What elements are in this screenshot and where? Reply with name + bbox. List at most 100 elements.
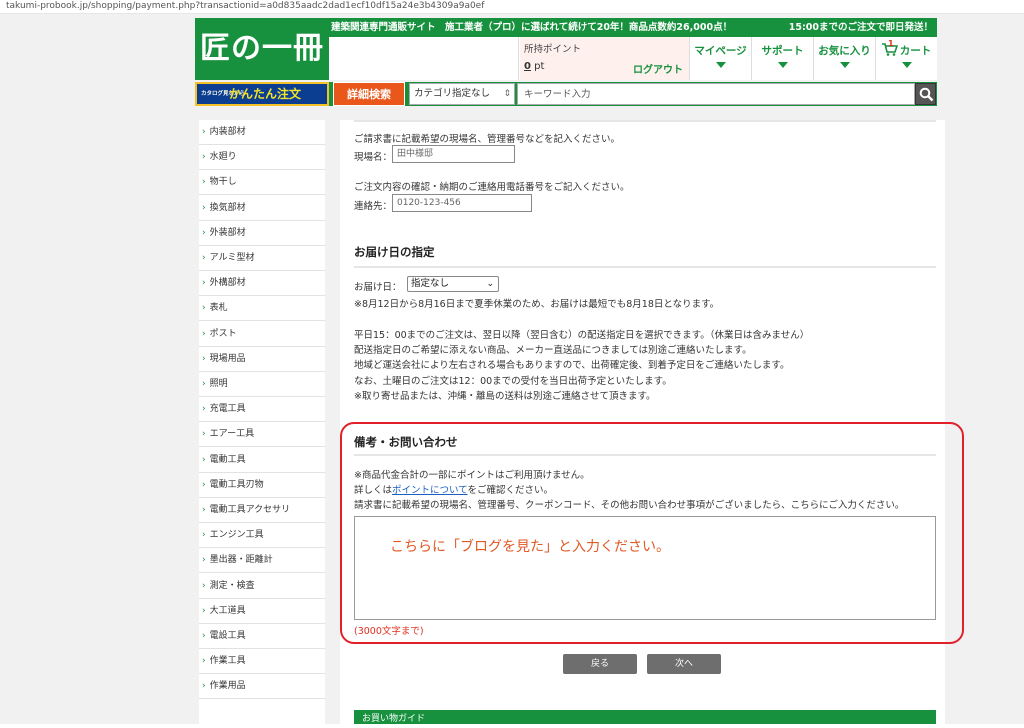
points-value: 0 pt [524,61,545,72]
sidebar-item-label: 物干し [209,177,237,188]
sidebar-item-label: 測定・検査 [209,580,255,591]
category-sidebar: › 内装部材 › 水廻り › 物干し › 換気部材 › 外装部材 › アルミ型材 › 外構部材 › 表札 › ポス… [199,120,325,724]
remarks-textarea[interactable]: こちらに「ブログを見た」と入力ください。 [354,516,936,620]
chevron-right-icon: › [202,580,206,591]
chevron-right-icon: › [202,328,206,339]
contact-phone-input[interactable]: 0120-123-456 [392,194,532,212]
chevron-right-icon: › [202,656,206,667]
delivery-date-value: 指定なし [411,278,450,289]
chevron-right-icon: › [202,530,206,541]
chevron-right-icon: › [202,127,206,137]
sidebar-item-label: 表札 [209,303,228,314]
page: 匠の一冊 建築関連専門通販サイト 施工業者（プロ）に選ばれて続けて20年！商品点… [0,14,1024,724]
sidebar-item[interactable]: › 電動工具刃物 [199,473,325,498]
header-spacer [329,37,519,80]
easy-order-label: かんたん注文 [229,87,302,101]
points-info-link[interactable]: ポイントについて [392,485,468,496]
chevron-right-icon: › [202,152,206,163]
delivery-title: お届け日の指定 [354,245,435,259]
sidebar-item-label: 電動工具アクセサリ [209,505,291,515]
order-form: ご請求書に記載希望の現場名、管理番号などを記入ください。 現場名： 田中様邸 ご… [340,120,964,724]
contact-label: 連絡先： [354,201,393,212]
site-name-label: 現場名： [354,152,393,163]
site-name-input[interactable]: 田中様邸 [392,145,515,163]
nav-mypage[interactable]: マイページ [690,37,752,80]
sidebar-item[interactable]: › 照明 [199,372,325,397]
sidebar-item-label: 内装部材 [209,127,246,137]
chevron-down-icon [715,62,726,68]
delivery-note-line: 平日15：00までのご注文は、翌日以降（翌日含む）の配送指定日を選択できます。（… [354,330,810,341]
sidebar-item[interactable]: › 水廻り [199,145,325,171]
sidebar-item-label: ポスト [209,328,237,339]
chevron-down-icon [777,62,788,68]
delivery-note-line: 配送指定日のご希望に添えない商品、メーカー直送品につきましては別途ご連絡いたしま… [354,345,752,357]
advanced-search-button[interactable]: 詳細検索 [333,82,405,106]
chevron-right-icon: › [202,404,206,415]
remarks-note-points: ※商品代金合計の一部にポイントはご利用頂けません。 [354,470,590,481]
easy-order-button[interactable]: カタログ見ながらかんたん注文 [195,82,329,106]
easy-order-subtitle: カタログ見ながら [201,91,246,97]
nav-cart-label: カート [876,43,937,58]
contact-note: ご注文内容の確認・納期のご連絡用電話番号をご記入ください。 [354,182,630,193]
search-icon [919,87,934,102]
sidebar-item[interactable]: › 現場用品 [199,347,325,372]
sidebar-item[interactable]: › 測定・検査 [199,574,325,599]
sidebar-item-label: アルミ型材 [209,253,255,263]
chevron-right-icon: › [202,202,206,213]
chevron-down-icon: ⌄ [486,279,494,289]
site-header: 匠の一冊 建築関連専門通販サイト 施工業者（プロ）に選ばれて続けて20年！商品点… [195,18,937,80]
chevron-right-icon: › [202,177,206,188]
site-logo[interactable]: 匠の一冊 [195,18,329,80]
next-button[interactable]: 次へ [647,654,721,674]
sidebar-item[interactable]: › 表札 [199,296,325,322]
nav-favorites[interactable]: お気に入り [814,37,876,80]
search-button[interactable] [915,83,936,105]
address-bar[interactable]: takumi-probook.jp/shopping/payment.php?t… [0,0,1024,14]
sidebar-item[interactable]: › 内装部材 [199,120,325,145]
sidebar-item[interactable]: › 電設工具 [199,624,325,649]
search-bar: カタログ見ながらかんたん注文 詳細検索 カテゴリ指定なし ⇕ [195,82,937,106]
chevron-right-icon: › [202,303,206,314]
remarks-title: 備考・お問い合わせ [354,435,458,449]
nav-support[interactable]: サポート [752,37,814,80]
delivery-note-line: 地域ど運送会社により左右される場合もありますので、出荷確定後、到着予定日をご連絡… [354,360,790,372]
sidebar-item[interactable]: › エアー工具 [199,422,325,448]
chevron-right-icon: › [202,631,206,641]
divider [354,120,936,122]
category-select[interactable]: カテゴリ指定なし ⇕ [409,83,515,105]
site-name-note: ご請求書に記載希望の現場名、管理番号などを記入ください。 [354,134,621,145]
sidebar-item[interactable]: › 外装部材 [199,221,325,246]
tagline: 建築関連専門通販サイト 施工業者（プロ）に選ばれて続けて20年！商品点数約26,… [331,22,733,33]
chevron-down-icon [839,62,850,68]
sidebar-item[interactable]: › 作業工具 [199,649,325,675]
divider [354,266,936,268]
chevron-right-icon: › [202,479,206,490]
sidebar-item-label: 現場用品 [209,353,246,364]
holiday-note: ※8月12日から8月16日まで夏季休業のため、お届けは最短でも8月18日となりま… [354,299,720,310]
logout-link[interactable]: ログアウト [633,61,683,76]
points-label: 所持ポイント [524,44,582,55]
sidebar-item[interactable]: › 電動工具 [199,448,325,473]
sidebar-item[interactable]: › 墨出器・距離計 [199,548,325,574]
sidebar-item[interactable]: › 作業用品 [199,674,325,700]
chevron-right-icon: › [202,681,206,692]
chevron-right-icon: › [202,429,206,440]
sidebar-item[interactable]: › ポスト [199,322,325,347]
nav-cart[interactable]: 1 カート [876,37,937,80]
nav-favorites-label: お気に入り [818,45,871,57]
sidebar-item[interactable]: › 外構部材 [199,271,325,297]
delivery-date-select[interactable]: 指定なし ⌄ [407,276,499,292]
sidebar-item[interactable]: › 充電工具 [199,397,325,423]
back-button[interactable]: 戻る [563,654,637,674]
sidebar-item[interactable]: › エンジン工具 [199,523,325,549]
sidebar-item-label: 電動工具刃物 [209,479,264,490]
sidebar-item[interactable]: › アルミ型材 [199,246,325,271]
char-limit-note: (3000文字まで) [354,626,424,637]
chevron-right-icon: › [202,278,206,289]
sidebar-item[interactable]: › 換気部材 [199,196,325,221]
sidebar-item[interactable]: › 大工道具 [199,599,325,624]
sidebar-item-label: 外構部材 [209,278,246,289]
keyword-input[interactable] [517,83,915,105]
sidebar-item[interactable]: › 物干し [199,170,325,196]
sidebar-item[interactable]: › 電動工具アクセサリ [199,498,325,523]
